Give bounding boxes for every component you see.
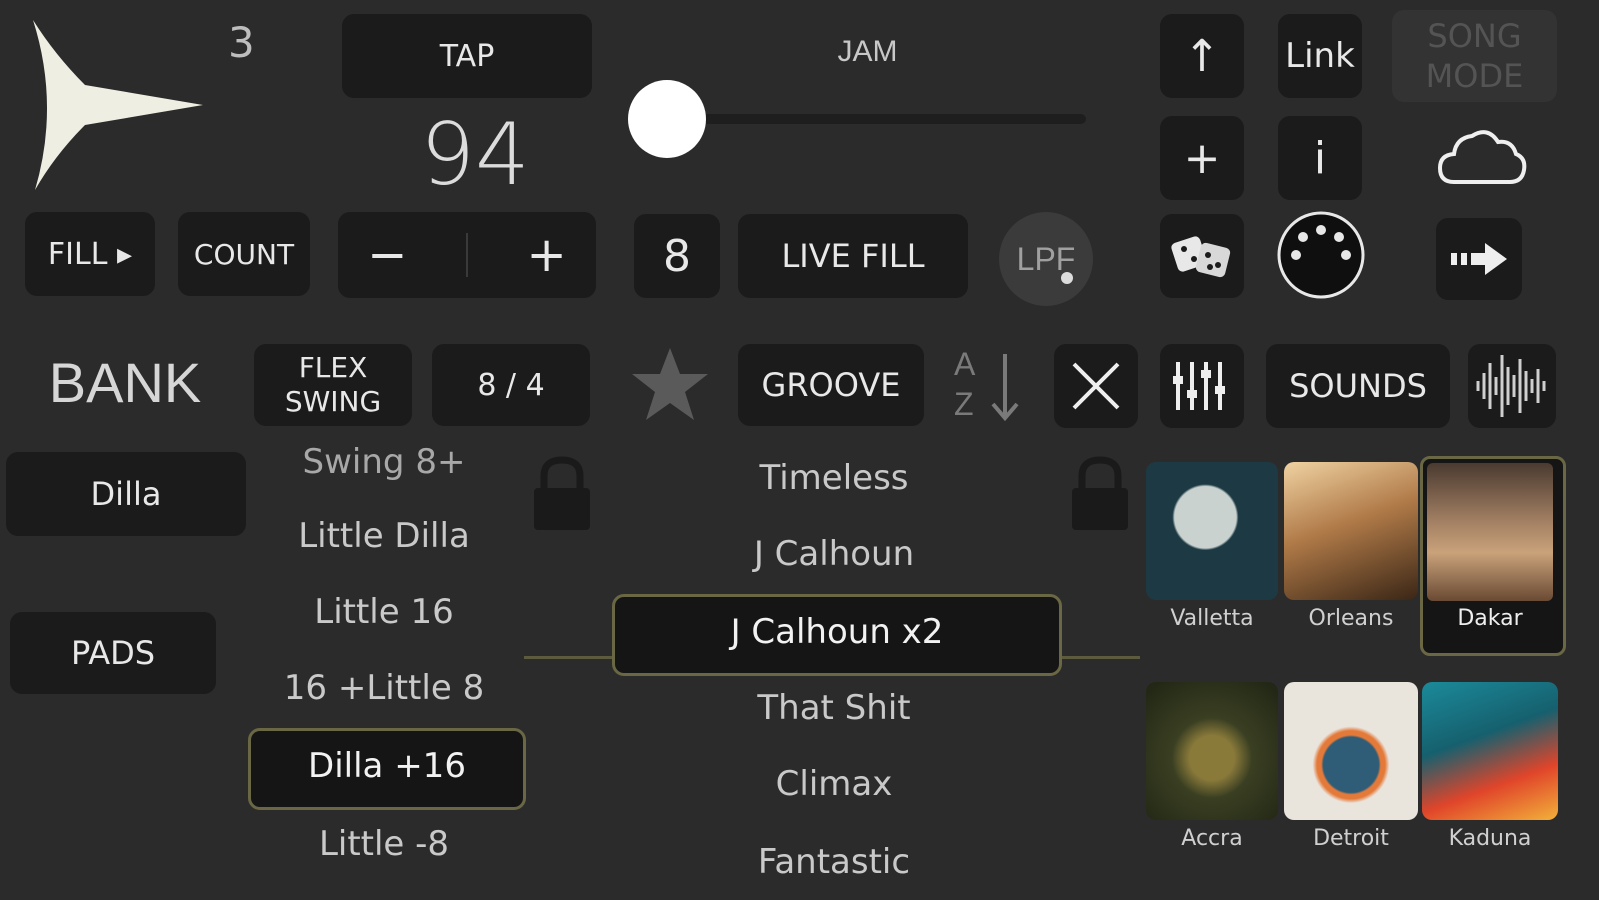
count-button[interactable]: COUNT — [178, 212, 310, 296]
kit-image — [1427, 463, 1553, 601]
midi-icon — [1277, 211, 1365, 299]
list-item-selected[interactable]: Dilla +16 — [248, 728, 526, 810]
kit-label: Dakar — [1457, 606, 1523, 631]
kit-label: Detroit — [1313, 826, 1389, 851]
play-button[interactable] — [25, 15, 210, 195]
bar-count: 3 — [228, 18, 255, 67]
list-item[interactable]: 16 +Little 8 — [248, 660, 520, 716]
sort-a-label: A — [954, 346, 976, 382]
sounds-button[interactable]: SOUNDS — [1266, 344, 1450, 428]
list-item[interactable]: Timeless — [612, 450, 1056, 506]
list-item[interactable]: Swing 8+ — [248, 434, 520, 490]
jam-label: JAM — [837, 35, 898, 68]
bpm-value: 94 — [420, 105, 530, 205]
mixer-button[interactable] — [1160, 344, 1244, 428]
steps-button[interactable]: 8 — [634, 214, 720, 298]
dice-icon — [1171, 236, 1231, 278]
tap-button[interactable]: TAP — [342, 14, 592, 98]
favorite-button[interactable] — [628, 342, 712, 426]
song-mode-line2: MODE — [1425, 57, 1524, 95]
live-fill-button[interactable]: LIVE FILL — [738, 214, 968, 298]
song-mode-button[interactable]: SONG MODE — [1392, 10, 1557, 102]
list-item[interactable]: J Calhoun — [612, 526, 1056, 582]
close-icon — [1072, 362, 1120, 410]
kit-label: Valletta — [1170, 606, 1254, 631]
bank-label: BANK — [48, 350, 202, 414]
swing-label: SWING — [284, 385, 382, 418]
swing-lock-button[interactable] — [530, 454, 594, 534]
info-button[interactable]: i — [1278, 116, 1362, 200]
flex-label: FLEX — [298, 351, 368, 384]
kit-thumb-kaduna[interactable] — [1422, 682, 1558, 820]
kit-label: Accra — [1181, 826, 1243, 851]
tempo-decrease-button[interactable]: − — [367, 227, 407, 283]
kit-thumb-valletta[interactable] — [1146, 462, 1278, 600]
kit-label: Kaduna — [1448, 826, 1532, 851]
midi-knob[interactable] — [1276, 210, 1366, 300]
mixer-icon — [1173, 362, 1225, 410]
list-item[interactable]: Little 16 — [248, 584, 520, 640]
next-button[interactable] — [1436, 218, 1522, 300]
kit-thumb-orleans[interactable] — [1284, 462, 1418, 600]
swing-list[interactable]: Swing 8+ Little Dilla Little 16 16 +Litt… — [248, 430, 526, 900]
groove-button[interactable]: GROOVE — [738, 344, 924, 426]
list-item[interactable]: That Shit — [612, 680, 1056, 736]
star-icon — [632, 348, 708, 420]
randomize-button[interactable] — [1160, 214, 1244, 298]
tempo-stepper[interactable]: − + — [338, 212, 596, 298]
sort-button[interactable]: A Z — [948, 344, 1026, 426]
kit-thumb-accra[interactable] — [1146, 682, 1278, 820]
tempo-increase-button[interactable]: + — [527, 227, 567, 283]
list-item[interactable]: Climax — [612, 756, 1056, 812]
kit-thumb-detroit[interactable] — [1284, 682, 1418, 820]
stepper-divider — [465, 233, 468, 277]
time-signature-button[interactable]: 8 / 4 — [432, 344, 590, 426]
lpf-dot — [1061, 272, 1073, 284]
cloud-button[interactable] — [1436, 122, 1528, 194]
waveform-icon — [1476, 355, 1546, 417]
link-button[interactable]: Link — [1278, 14, 1362, 98]
song-mode-line1: SONG — [1427, 17, 1522, 55]
lock-icon — [1072, 456, 1128, 530]
add-button[interactable]: + — [1160, 116, 1244, 200]
play-icon — [33, 20, 203, 190]
list-item-selected[interactable]: J Calhoun x2 — [612, 594, 1062, 676]
list-item[interactable]: Little Dilla — [248, 508, 520, 564]
sort-arrow-icon — [991, 354, 1019, 422]
fill-button[interactable]: FILL ▸ — [25, 212, 155, 296]
jam-slider-thumb[interactable] — [628, 80, 706, 158]
groove-lock-button[interactable] — [1068, 454, 1132, 534]
dilla-button[interactable]: Dilla — [6, 452, 246, 536]
list-item[interactable]: Fantastic — [612, 834, 1056, 890]
sort-z-label: Z — [954, 386, 974, 422]
waveform-button[interactable] — [1468, 344, 1556, 428]
lpf-button[interactable]: LPF — [999, 212, 1093, 306]
up-button[interactable]: ↑ — [1160, 14, 1244, 98]
lock-icon — [534, 456, 590, 530]
cloud-icon — [1437, 130, 1527, 184]
pads-button[interactable]: PADS — [10, 612, 216, 694]
arrow-right-icon — [1451, 243, 1507, 275]
kit-label: Orleans — [1308, 606, 1394, 631]
flex-swing-button[interactable]: FLEX SWING — [254, 344, 412, 426]
list-item[interactable]: Little -8 — [248, 816, 520, 872]
jam-slider-track[interactable] — [668, 114, 1086, 124]
groove-list[interactable]: Timeless J Calhoun J Calhoun x2 That Shi… — [612, 440, 1062, 900]
clear-button[interactable] — [1054, 344, 1138, 428]
